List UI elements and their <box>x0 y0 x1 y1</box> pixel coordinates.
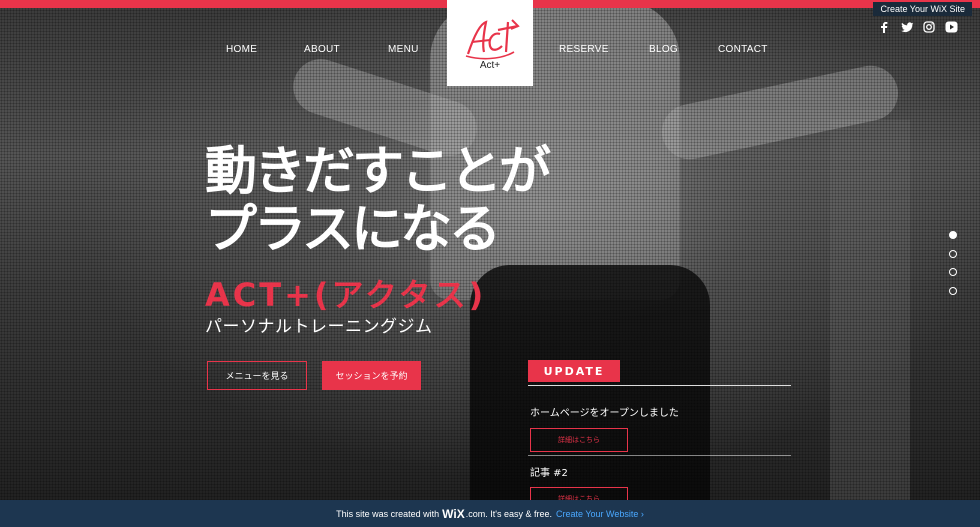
nav-about[interactable]: ABOUT <box>304 44 340 55</box>
logo-text: Act+ <box>479 59 501 71</box>
wix-banner-domain: .com. It's easy & free. <box>465 508 552 519</box>
slide-dot-3[interactable] <box>949 268 957 276</box>
youtube-icon[interactable] <box>944 20 958 34</box>
nav-home[interactable]: HOME <box>226 44 257 55</box>
wix-banner-text: This site was created with <box>336 508 440 519</box>
update-divider <box>528 385 791 386</box>
logo-mark <box>465 18 520 59</box>
post-title[interactable]: 記事 #2 <box>530 464 568 479</box>
headline-line-2: プラスになる <box>205 200 501 260</box>
brand-subtitle: パーソナルトレーニングジム <box>205 317 433 337</box>
instagram-icon[interactable] <box>922 20 936 34</box>
slide-dot-4[interactable] <box>949 287 957 295</box>
slide-dot-2[interactable] <box>949 250 957 258</box>
site-logo[interactable]: Act+ <box>447 0 533 86</box>
nav-contact[interactable]: CONTACT <box>718 44 768 55</box>
facebook-icon[interactable] <box>877 20 891 34</box>
slide-dot-1[interactable] <box>949 231 957 239</box>
post-title[interactable]: ホームページをオープンしました <box>530 404 679 419</box>
view-menu-button[interactable]: メニューを見る <box>207 361 307 390</box>
update-label: UPDATE <box>528 360 620 382</box>
post-divider <box>528 455 791 456</box>
twitter-icon[interactable] <box>900 20 914 34</box>
hero-headline: 動きだすことが プラスになる <box>205 142 551 260</box>
headline-line-1: 動きだすことが <box>205 142 551 202</box>
nav-menu[interactable]: MENU <box>388 44 419 55</box>
book-session-button[interactable]: セッションを予約 <box>322 361 421 390</box>
nav-reserve[interactable]: RESERVE <box>559 44 609 55</box>
post-details-button[interactable]: 詳細はこちら <box>530 428 628 452</box>
nav-blog[interactable]: BLOG <box>649 44 678 55</box>
wix-promo-banner: This site was created with WiX .com. It'… <box>0 500 980 527</box>
create-wix-site-button[interactable]: Create Your WiX Site <box>873 2 972 16</box>
create-website-link[interactable]: Create Your Website › <box>556 509 644 519</box>
wix-logo: WiX <box>442 506 465 521</box>
brand-name: ACT+(アクタス) <box>205 276 487 314</box>
